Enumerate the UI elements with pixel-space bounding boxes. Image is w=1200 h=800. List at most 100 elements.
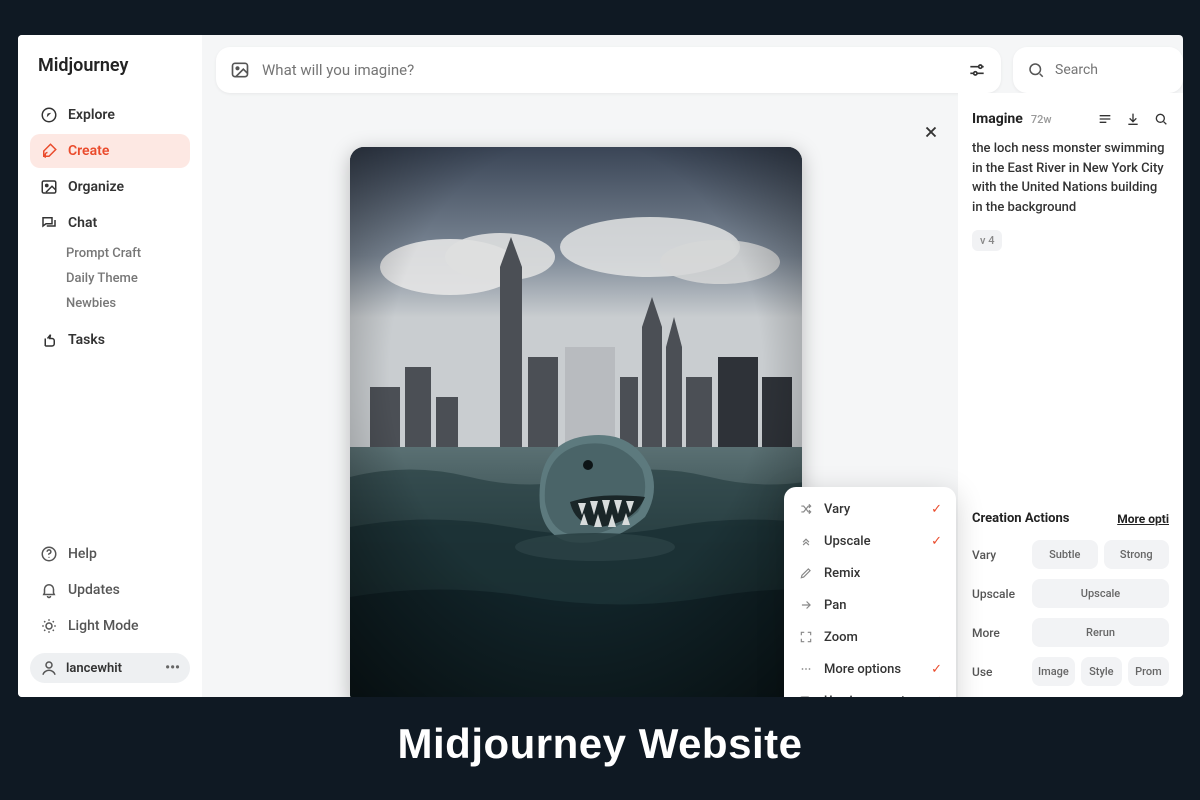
logo: Midjourney bbox=[30, 49, 190, 98]
ctx-label: Upscale bbox=[824, 534, 871, 549]
image-icon bbox=[230, 60, 250, 80]
check-icon: ✓ bbox=[931, 502, 942, 517]
prompt-input[interactable] bbox=[262, 61, 967, 79]
chevrons-up-icon bbox=[798, 533, 814, 549]
nav-label: Create bbox=[68, 143, 109, 159]
rerun-button[interactable]: Rerun bbox=[1032, 618, 1169, 647]
nav-label: Help bbox=[68, 546, 97, 562]
bell-icon bbox=[40, 581, 58, 599]
prompt-bar[interactable] bbox=[216, 47, 1001, 93]
rp-icons bbox=[1097, 111, 1169, 127]
nav-help[interactable]: Help bbox=[30, 537, 190, 571]
rp-prompt-text: the loch ness monster swimming in the Ea… bbox=[972, 139, 1169, 217]
right-panel: Imagine 72w the loch ness monster swimmi… bbox=[958, 93, 1183, 697]
action-label: Use bbox=[972, 665, 1024, 679]
ctx-zoom[interactable]: Zoom bbox=[784, 621, 956, 653]
nav-create[interactable]: Create bbox=[30, 134, 190, 168]
pencil-icon bbox=[798, 565, 814, 581]
nav-updates[interactable]: Updates bbox=[30, 573, 190, 607]
search-bar[interactable] bbox=[1013, 47, 1183, 93]
vary-subtle-button[interactable]: Subtle bbox=[1032, 540, 1098, 569]
ctx-label: Remix bbox=[824, 566, 860, 581]
ctx-label: More options bbox=[824, 662, 901, 677]
thumbs-up-icon bbox=[40, 331, 58, 349]
nav-chat-sub-0[interactable]: Prompt Craft bbox=[30, 242, 190, 265]
sun-icon bbox=[40, 617, 58, 635]
arrow-right-icon bbox=[798, 597, 814, 613]
nav-primary: Explore Create Organize Chat P bbox=[30, 98, 190, 357]
help-icon bbox=[40, 545, 58, 563]
nav-chat[interactable]: Chat bbox=[30, 206, 190, 240]
search-icon bbox=[1027, 61, 1045, 79]
use-style-button[interactable]: Style bbox=[1081, 657, 1122, 686]
compass-icon bbox=[40, 106, 58, 124]
use-prompt-button[interactable]: Prom bbox=[1128, 657, 1169, 686]
nav-label: Organize bbox=[68, 179, 124, 195]
rp-header: Imagine 72w bbox=[972, 111, 1169, 127]
action-label: More bbox=[972, 626, 1024, 640]
vary-strong-button[interactable]: Strong bbox=[1104, 540, 1170, 569]
user-pill[interactable]: lancewhit ••• bbox=[30, 653, 190, 683]
generated-image[interactable] bbox=[350, 147, 802, 697]
use-image-button[interactable]: Image bbox=[1032, 657, 1075, 686]
nav-label: Updates bbox=[68, 582, 120, 598]
nav-chat-sub-2[interactable]: Newbies bbox=[30, 292, 190, 315]
dots-icon bbox=[798, 661, 814, 677]
ctx-remix[interactable]: Remix bbox=[784, 557, 956, 589]
rp-more-options-link[interactable]: More opti bbox=[1117, 512, 1169, 526]
rp-age: 72w bbox=[1031, 113, 1052, 126]
avatar-icon bbox=[40, 659, 58, 677]
action-label: Vary bbox=[972, 548, 1024, 562]
ctx-label: Pan bbox=[824, 598, 846, 613]
ctx-upscale[interactable]: Upscale ✓ bbox=[784, 525, 956, 557]
check-icon: ✓ bbox=[931, 534, 942, 549]
search-icon[interactable] bbox=[1153, 111, 1169, 127]
nav-tasks[interactable]: Tasks bbox=[30, 323, 190, 357]
nav-organize[interactable]: Organize bbox=[30, 170, 190, 204]
rp-actions-title: Creation Actions bbox=[972, 511, 1069, 526]
shuffle-icon bbox=[798, 501, 814, 517]
ctx-use[interactable]: Use in prompt ✓ bbox=[784, 685, 956, 697]
ctx-label: Use in prompt bbox=[824, 694, 905, 698]
nav-label: Light Mode bbox=[68, 618, 139, 634]
ctx-pan[interactable]: Pan bbox=[784, 589, 956, 621]
nav-label: Explore bbox=[68, 107, 115, 123]
image-icon bbox=[40, 178, 58, 196]
close-button[interactable] bbox=[918, 119, 944, 145]
sliders-icon[interactable] bbox=[967, 60, 987, 80]
sidebar: Midjourney Explore Create Organize bbox=[18, 35, 202, 697]
rp-title: Imagine bbox=[972, 111, 1023, 127]
action-row-vary: Vary Subtle Strong bbox=[972, 540, 1169, 569]
page-caption: Midjourney Website bbox=[0, 720, 1200, 768]
ctx-vary[interactable]: Vary ✓ bbox=[784, 493, 956, 525]
canvas-area: Vary ✓ Upscale ✓ Remix Pan bbox=[202, 93, 1183, 697]
more-icon[interactable]: ••• bbox=[165, 660, 180, 676]
image-plus-icon bbox=[798, 693, 814, 697]
list-icon[interactable] bbox=[1097, 111, 1113, 127]
brush-icon bbox=[40, 142, 58, 160]
app-frame: Midjourney Explore Create Organize bbox=[18, 35, 1183, 697]
context-menu: Vary ✓ Upscale ✓ Remix Pan bbox=[784, 487, 956, 697]
nav-label: Tasks bbox=[68, 332, 105, 348]
canvas-center: Vary ✓ Upscale ✓ Remix Pan bbox=[202, 93, 958, 697]
username: lancewhit bbox=[66, 661, 122, 676]
nav-explore[interactable]: Explore bbox=[30, 98, 190, 132]
search-input[interactable] bbox=[1055, 62, 1169, 78]
upscale-button[interactable]: Upscale bbox=[1032, 579, 1169, 608]
nav-chat-sub-1[interactable]: Daily Theme bbox=[30, 267, 190, 290]
check-icon: ✓ bbox=[931, 662, 942, 677]
action-row-more: More Rerun bbox=[972, 618, 1169, 647]
ctx-more[interactable]: More options ✓ bbox=[784, 653, 956, 685]
topbar bbox=[202, 35, 1183, 93]
action-row-upscale: Upscale Upscale bbox=[972, 579, 1169, 608]
check-icon: ✓ bbox=[931, 694, 942, 698]
version-badge: v 4 bbox=[972, 230, 1002, 251]
ctx-label: Zoom bbox=[824, 630, 858, 645]
nav-light-mode[interactable]: Light Mode bbox=[30, 609, 190, 643]
nav-secondary: Help Updates Light Mode bbox=[30, 537, 190, 643]
download-icon[interactable] bbox=[1125, 111, 1141, 127]
main-area: Vary ✓ Upscale ✓ Remix Pan bbox=[202, 35, 1183, 697]
chat-icon bbox=[40, 214, 58, 232]
action-row-use: Use Image Style Prom bbox=[972, 657, 1169, 686]
action-label: Upscale bbox=[972, 587, 1024, 601]
